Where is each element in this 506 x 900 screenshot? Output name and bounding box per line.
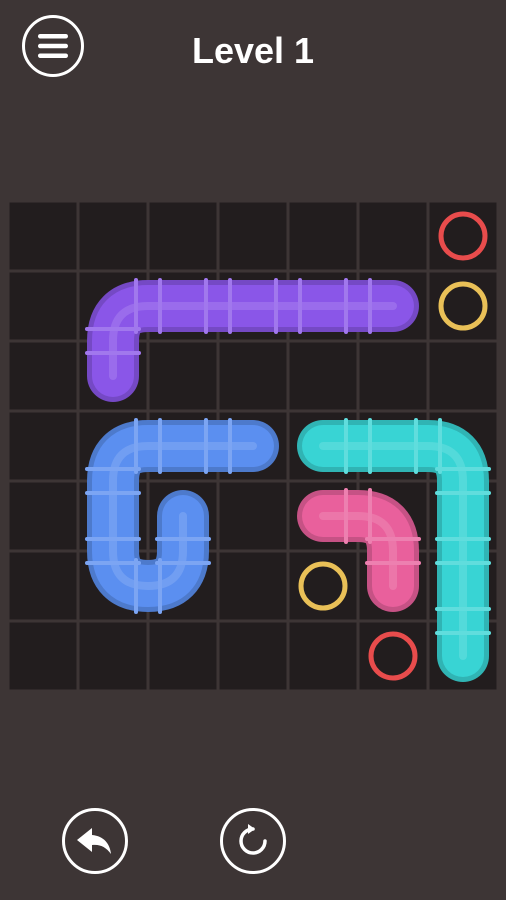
pipe-joint (368, 278, 372, 334)
pipe-joint (155, 537, 211, 541)
board-cell[interactable] (9, 482, 77, 550)
board-cell[interactable] (289, 342, 357, 410)
pipe-joint (134, 558, 138, 614)
pipe-joint (228, 278, 232, 334)
pipe-joint (344, 418, 348, 474)
pipe-joint (134, 418, 138, 474)
board-cell[interactable] (9, 622, 77, 690)
pipe-joint (344, 488, 348, 544)
pipe-joint (438, 418, 442, 474)
board-cell[interactable] (9, 202, 77, 270)
pipe-joint (298, 278, 302, 334)
board-cell[interactable] (429, 342, 497, 410)
pipe-joint (368, 488, 372, 544)
board-cell[interactable] (219, 202, 287, 270)
restart-button[interactable] (220, 808, 286, 874)
pipe-joint (85, 467, 141, 471)
pipe-joint (274, 278, 278, 334)
board-cell[interactable] (9, 342, 77, 410)
pipe-joint (155, 561, 211, 565)
board-cell[interactable] (219, 482, 287, 550)
game-board[interactable] (8, 201, 498, 691)
pipe-joint (204, 278, 208, 334)
board-cell[interactable] (9, 272, 77, 340)
board-cell[interactable] (79, 622, 147, 690)
board-cell[interactable] (149, 342, 217, 410)
pipe-joint (435, 537, 491, 541)
pipe-joint (435, 561, 491, 565)
board-cell[interactable] (149, 622, 217, 690)
pipe-joint (85, 561, 141, 565)
pipe-joint (435, 467, 491, 471)
undo-arrow-icon (77, 828, 111, 854)
pipe-joint (158, 558, 162, 614)
pipe-joint (365, 561, 421, 565)
pipe-joint (204, 418, 208, 474)
restart-icon (239, 824, 267, 855)
pipe-joint (435, 491, 491, 495)
pipe-joint (85, 491, 141, 495)
board-cell[interactable] (289, 622, 357, 690)
board-cell[interactable] (79, 202, 147, 270)
level-title: Level 1 (0, 30, 506, 72)
pipe-joint (365, 537, 421, 541)
board-cell[interactable] (289, 202, 357, 270)
board-cell[interactable] (359, 202, 427, 270)
board-cell[interactable] (149, 202, 217, 270)
pipe-joint (85, 351, 141, 355)
pipe-joint (435, 607, 491, 611)
board-cell[interactable] (219, 552, 287, 620)
pipe-joint (158, 418, 162, 474)
board-cell[interactable] (359, 342, 427, 410)
pipe-joint (158, 278, 162, 334)
pipe-joint (85, 537, 141, 541)
pipe-joint (228, 418, 232, 474)
level-title-text: Level 1 (191, 30, 315, 71)
board-cell[interactable] (219, 342, 287, 410)
pipe-joint (134, 278, 138, 334)
board-cell[interactable] (9, 552, 77, 620)
board-cell[interactable] (219, 622, 287, 690)
pipe-joint (414, 418, 418, 474)
pipe-joint (368, 418, 372, 474)
undo-button[interactable] (62, 808, 128, 874)
pipe-joint (435, 631, 491, 635)
pipe-joint (344, 278, 348, 334)
board-cell[interactable] (9, 412, 77, 480)
pipe-joint (85, 327, 141, 331)
